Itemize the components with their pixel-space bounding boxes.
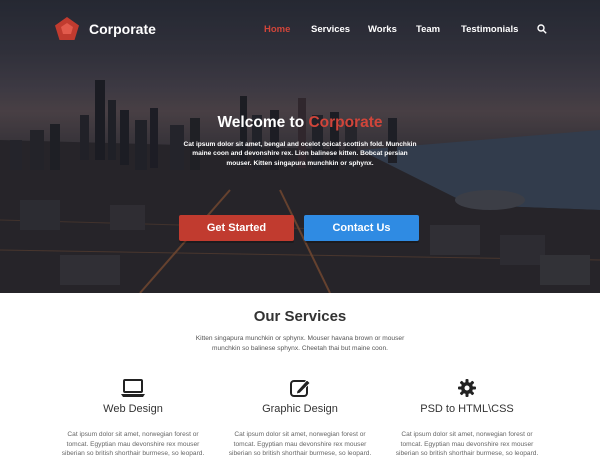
nav-item-services[interactable]: Services xyxy=(311,24,368,35)
navbar: Corporate Home Services Works Team Testi… xyxy=(0,0,600,58)
services-subtitle: Kitten singapura munchkin or sphynx. Mou… xyxy=(195,335,405,352)
hero-section: Corporate Home Services Works Team Testi… xyxy=(0,0,600,293)
pencil-square-icon xyxy=(290,379,311,397)
brand[interactable]: Corporate xyxy=(54,16,156,42)
service-text: Cat ipsum dolor sit amet, norwegian fore… xyxy=(395,431,539,457)
nav-item-home[interactable]: Home xyxy=(264,24,311,35)
nav-item-works[interactable]: Works xyxy=(368,24,416,35)
hero-description: Cat ipsum dolor sit amet, bengal and oce… xyxy=(183,141,417,167)
nav-item-team[interactable]: Team xyxy=(416,24,461,35)
service-title: Web Design xyxy=(103,403,163,415)
search-icon[interactable] xyxy=(537,24,547,34)
service-title: PSD to HTML\CSS xyxy=(420,403,514,415)
gear-icon xyxy=(458,379,476,397)
service-card-web-design: Web Design Cat ipsum dolor sit amet, nor… xyxy=(58,378,208,459)
main-nav: Home Services Works Team Testimonials xyxy=(264,24,531,35)
services-title: Our Services xyxy=(253,308,347,325)
hero-title: Welcome to Corporate xyxy=(0,114,600,132)
nav-item-testimonials[interactable]: Testimonials xyxy=(461,24,531,35)
services-section: Our Services Kitten singapura munchkin o… xyxy=(0,293,600,461)
hero-title-prefix: Welcome to xyxy=(217,114,305,131)
get-started-button[interactable]: Get Started xyxy=(179,215,294,241)
pentagon-logo-icon xyxy=(55,17,79,40)
laptop-icon xyxy=(121,379,145,397)
service-card-graphic-design: Graphic Design Cat ipsum dolor sit amet,… xyxy=(225,378,375,459)
brand-name: Corporate xyxy=(89,21,156,37)
service-card-psd-to-html: PSD to HTML\CSS Cat ipsum dolor sit amet… xyxy=(392,378,542,459)
service-text: Cat ipsum dolor sit amet, norwegian fore… xyxy=(228,431,372,457)
contact-us-button[interactable]: Contact Us xyxy=(304,215,419,241)
service-text: Cat ipsum dolor sit amet, norwegian fore… xyxy=(61,431,205,457)
hero-title-accent: Corporate xyxy=(308,114,383,131)
service-title: Graphic Design xyxy=(262,403,338,415)
